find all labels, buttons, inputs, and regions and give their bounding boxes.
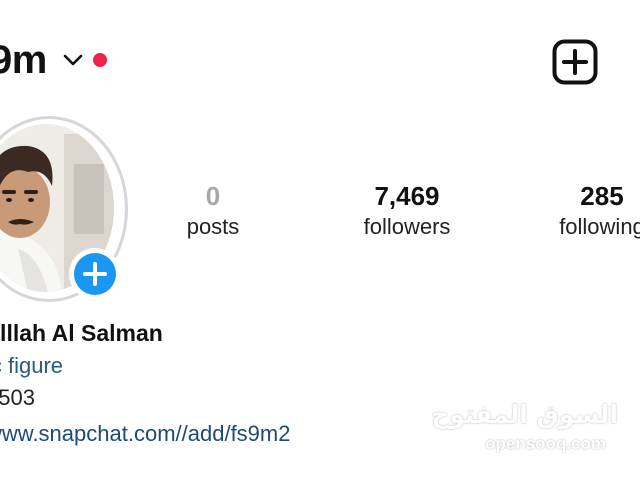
plus-icon bbox=[83, 262, 107, 286]
category-label: ic figure bbox=[0, 353, 64, 378]
posts-value: 0 bbox=[205, 181, 221, 211]
full-name: ulllah Al Salman bbox=[0, 320, 163, 346]
profile-page: 9m 0 posts 7,469 followers 285 following… bbox=[0, 0, 640, 480]
following-value: 285 bbox=[580, 181, 624, 211]
posts-label: posts bbox=[186, 214, 240, 239]
following-count[interactable]: 285 following bbox=[542, 180, 640, 242]
followers-label: followers bbox=[363, 214, 451, 239]
chevron-down-icon[interactable] bbox=[62, 50, 84, 70]
watermark: السوق المفتوح opensooq.com bbox=[431, 400, 626, 462]
top-bar: 9m bbox=[0, 0, 640, 120]
following-label: following bbox=[559, 214, 640, 239]
posts-count[interactable]: 0 posts bbox=[168, 180, 258, 242]
add-story-button[interactable] bbox=[69, 248, 121, 300]
watermark-latin: opensooq.com bbox=[485, 434, 606, 453]
create-post-icon[interactable] bbox=[552, 39, 598, 85]
followers-count[interactable]: 7,469 followers bbox=[340, 180, 474, 242]
watermark-arabic: السوق المفتوح bbox=[431, 400, 618, 429]
username-switcher[interactable]: 9m bbox=[0, 34, 47, 86]
notification-dot bbox=[93, 53, 107, 67]
followers-value: 7,469 bbox=[374, 181, 440, 211]
